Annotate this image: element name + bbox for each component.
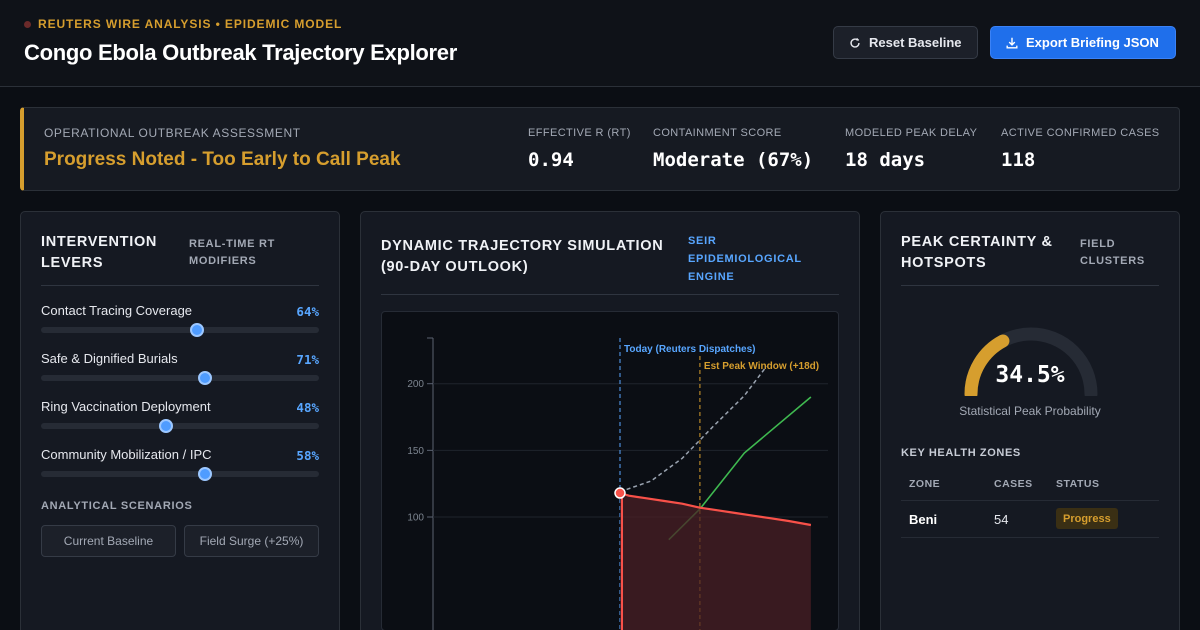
peak-probability-label: Statistical Peak Probability xyxy=(959,404,1101,418)
metric-label: MODELED PEAK DELAY xyxy=(845,127,978,139)
lever-value: 71% xyxy=(296,352,319,367)
slider-track[interactable] xyxy=(41,327,319,333)
slider-track[interactable] xyxy=(41,375,319,381)
metric-value: Moderate (67%) xyxy=(653,149,814,171)
today-marker xyxy=(614,487,626,499)
lever-value: 64% xyxy=(296,304,319,319)
key-health-zones-label: KEY HEALTH ZONES xyxy=(901,447,1021,459)
metric-value: 18 days xyxy=(845,149,926,171)
metric-label: ACTIVE CONFIRMED CASES xyxy=(1001,127,1160,139)
y-tick-label: 100 xyxy=(407,513,424,524)
peak-probability-value: 34.5% xyxy=(995,362,1065,388)
panel-title-line: HOTSPOTS xyxy=(901,255,987,271)
slider-thumb[interactable] xyxy=(198,467,213,481)
slider-track[interactable] xyxy=(41,423,319,429)
panel-title: PEAK CERTAINTY & HOTSPOTS xyxy=(901,232,1053,274)
cases-column-header: CASES xyxy=(994,478,1033,490)
metric-peak-delay: MODELED PEAK DELAY 18 days xyxy=(845,127,977,171)
lever-safe-burials: Safe & Dignified Burials 71% xyxy=(41,351,319,391)
eyebrow: REUTERS WIRE ANALYSIS • EPIDEMIC MODEL xyxy=(24,17,342,31)
lever-value: 58% xyxy=(296,448,319,463)
lever-community-mobilization: Community Mobilization / IPC 58% xyxy=(41,447,319,487)
y-tick-label: 150 xyxy=(407,446,424,457)
panel-title-line: LEVERS xyxy=(41,255,104,271)
panel-header: PEAK CERTAINTY & HOTSPOTS FIELD CLUSTERS xyxy=(901,232,1159,286)
export-briefing-label: Export Briefing JSON xyxy=(1026,35,1159,50)
app-header: REUTERS WIRE ANALYSIS • EPIDEMIC MODEL C… xyxy=(0,0,1200,87)
today-annotation: Today (Reuters Dispatches) xyxy=(624,344,756,355)
lever-label: Contact Tracing Coverage xyxy=(41,303,193,318)
lever-label: Ring Vaccination Deployment xyxy=(41,399,211,414)
engine-label-line: EPIDEMIOLOGICAL xyxy=(688,253,802,265)
engine-label-line: ENGINE xyxy=(688,271,735,283)
lever-contact-tracing: Contact Tracing Coverage 64% xyxy=(41,303,319,343)
panel-title: DYNAMIC TRAJECTORY SIMULATION (90-DAY OU… xyxy=(381,236,663,278)
metric-effective-r: EFFECTIVE R (RT) 0.94 xyxy=(528,127,631,171)
metric-label: EFFECTIVE R (RT) xyxy=(528,127,631,139)
engine-label: SEIR EPIDEMIOLOGICAL ENGINE xyxy=(688,232,802,286)
engine-label-line: SEIR xyxy=(688,235,717,247)
peak-certainty-panel: PEAK CERTAINTY & HOTSPOTS FIELD CLUSTERS… xyxy=(880,211,1180,630)
reset-baseline-button[interactable]: Reset Baseline xyxy=(833,26,978,59)
scenario-current-baseline-button[interactable]: Current Baseline xyxy=(41,525,176,557)
intervention-levers-panel: INTERVENTION LEVERS REAL-TIME RT MODIFIE… xyxy=(20,211,340,630)
lever-label: Community Mobilization / IPC xyxy=(41,447,212,462)
zone-column-header: ZONE xyxy=(909,478,941,490)
trajectory-chart: 100 150 200 Today (Reuters Dispatches) Est P… xyxy=(381,311,839,630)
panel-header: INTERVENTION LEVERS REAL-TIME RT MODIFIE… xyxy=(41,232,319,286)
panel-subtitle: FIELD CLUSTERS xyxy=(1080,236,1145,270)
lever-ring-vaccination: Ring Vaccination Deployment 48% xyxy=(41,399,319,439)
slider-track[interactable] xyxy=(41,471,319,477)
panel-subtitle-line: MODIFIERS xyxy=(189,255,257,267)
lever-value: 48% xyxy=(296,400,319,415)
lever-label: Safe & Dignified Burials xyxy=(41,351,178,366)
status-badge: Progress xyxy=(1056,508,1118,529)
reset-baseline-label: Reset Baseline xyxy=(869,35,962,50)
scenarios-label: ANALYTICAL SCENARIOS xyxy=(41,500,193,512)
table-row[interactable]: Beni 54 Progress xyxy=(901,500,1159,538)
panel-title-line: INTERVENTION xyxy=(41,234,158,250)
active-cases-area xyxy=(620,493,811,630)
export-briefing-button[interactable]: Export Briefing JSON xyxy=(990,26,1176,59)
panel-title-line: PEAK CERTAINTY & xyxy=(901,234,1053,250)
slider-thumb[interactable] xyxy=(189,323,204,337)
panel-title-line: DYNAMIC TRAJECTORY SIMULATION xyxy=(381,238,664,254)
y-tick-label: 200 xyxy=(407,379,424,390)
zone-name: Beni xyxy=(909,512,938,527)
panel-subtitle-line: CLUSTERS xyxy=(1080,255,1145,267)
assessment-banner: OPERATIONAL OUTBREAK ASSESSMENT Progress… xyxy=(20,107,1180,191)
panel-title-line: (90-DAY OUTLOOK) xyxy=(381,259,529,275)
refresh-icon xyxy=(850,37,860,48)
metric-value: 118 xyxy=(1001,149,1036,171)
scenario-field-surge-button[interactable]: Field Surge (+25%) xyxy=(184,525,319,557)
download-icon xyxy=(1006,37,1018,49)
assessment-status: Progress Noted - Too Early to Call Peak xyxy=(44,149,401,170)
slider-thumb[interactable] xyxy=(159,419,174,433)
panel-subtitle-line: REAL-TIME RT xyxy=(189,238,276,250)
zone-cases: 54 xyxy=(994,512,1009,527)
status-column-header: STATUS xyxy=(1056,478,1100,490)
unmitigated-projection-line xyxy=(619,365,768,493)
panel-subtitle-line: FIELD xyxy=(1080,238,1116,250)
trajectory-simulation-panel: DYNAMIC TRAJECTORY SIMULATION (90-DAY OU… xyxy=(360,211,860,630)
app-title: Congo Ebola Outbreak Trajectory Explorer xyxy=(24,40,457,65)
peak-annotation: Est Peak Window (+18d) xyxy=(704,361,819,372)
panel-subtitle: REAL-TIME RT MODIFIERS xyxy=(189,236,275,270)
live-dot-icon xyxy=(24,20,31,28)
metric-label: CONTAINMENT SCORE xyxy=(653,127,782,139)
panel-title: INTERVENTION LEVERS xyxy=(41,232,157,274)
assessment-label: OPERATIONAL OUTBREAK ASSESSMENT xyxy=(44,126,301,140)
slider-thumb[interactable] xyxy=(198,371,213,385)
eyebrow-text: REUTERS WIRE ANALYSIS • EPIDEMIC MODEL xyxy=(38,17,343,31)
trajectory-chart-svg: 100 150 200 Today (Reuters Dispatches) Est P… xyxy=(407,337,828,630)
metric-containment-score: CONTAINMENT SCORE Moderate (67%) xyxy=(653,127,813,171)
panel-header: DYNAMIC TRAJECTORY SIMULATION (90-DAY OU… xyxy=(381,232,839,295)
metric-value: 0.94 xyxy=(528,149,574,171)
metric-active-cases: ACTIVE CONFIRMED CASES 118 xyxy=(1001,127,1160,171)
